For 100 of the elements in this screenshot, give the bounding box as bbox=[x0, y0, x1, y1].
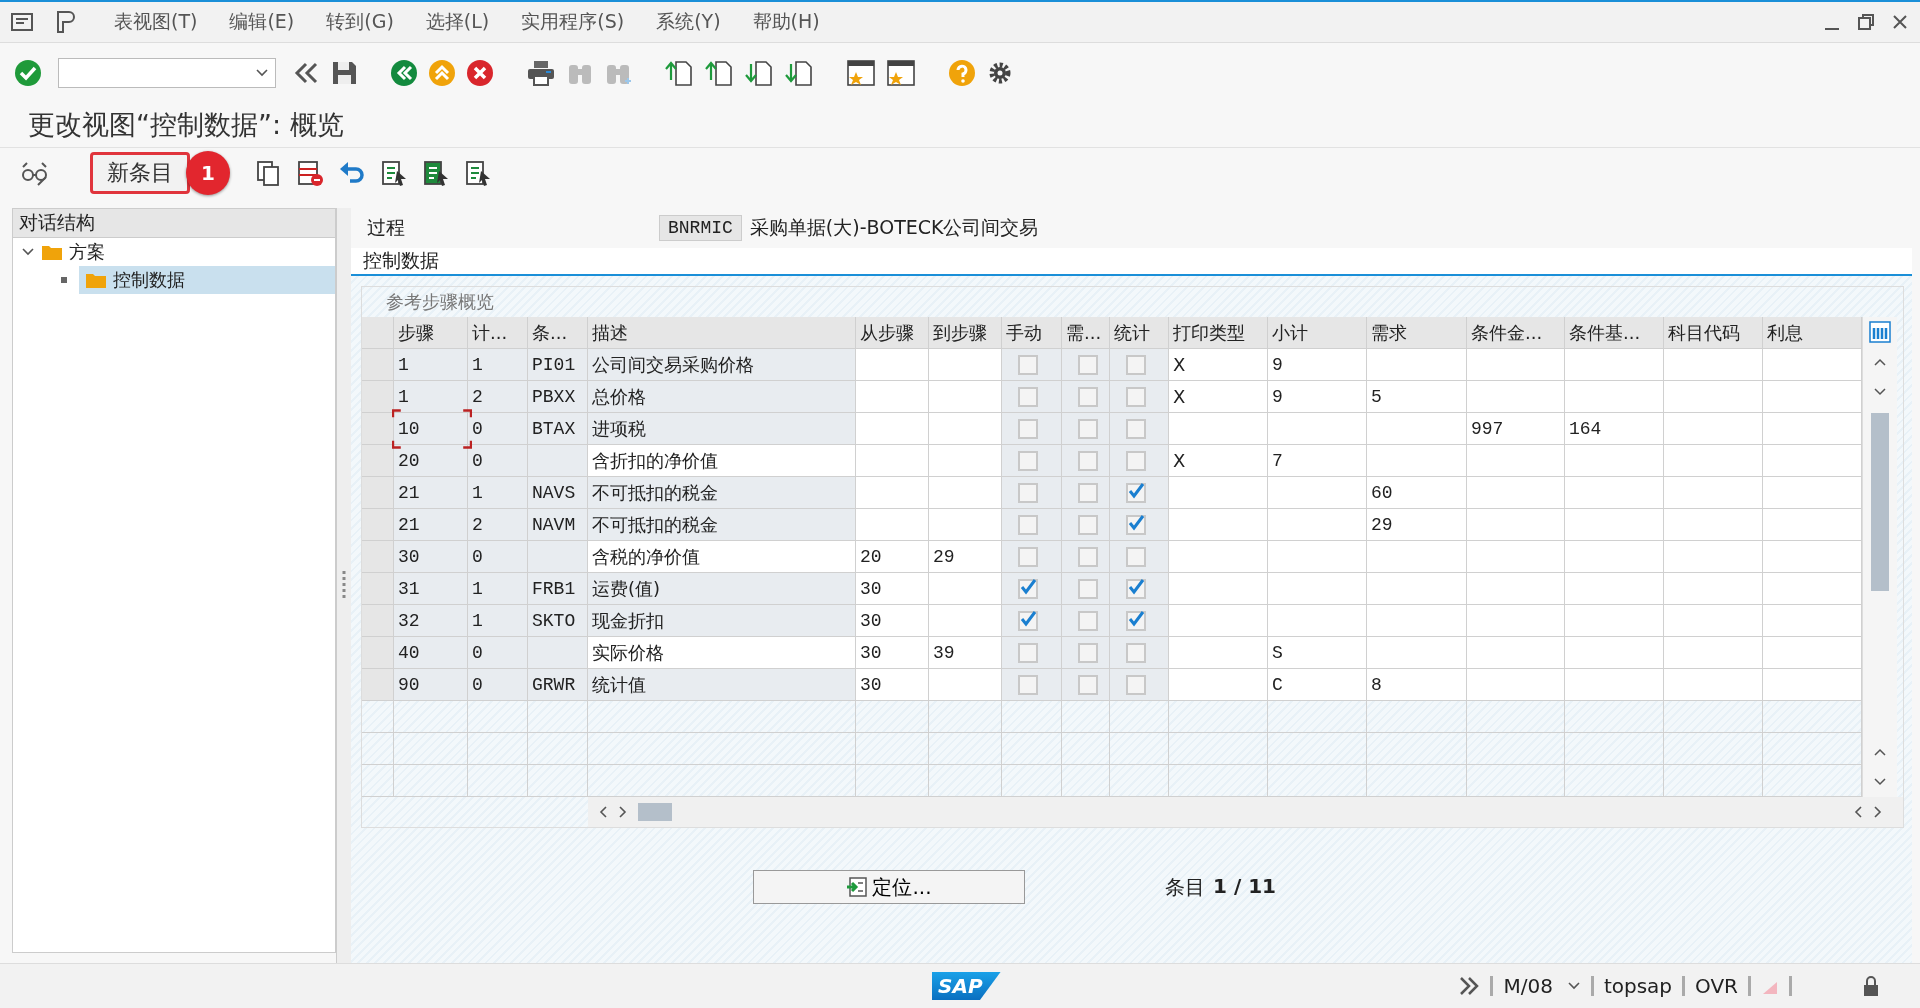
exit-icon[interactable] bbox=[428, 59, 456, 87]
column-header[interactable]: 统计 bbox=[1110, 317, 1169, 349]
checkbox[interactable] bbox=[1126, 674, 1146, 695]
row-selector[interactable] bbox=[362, 413, 394, 445]
save-icon[interactable] bbox=[330, 59, 358, 87]
column-header[interactable]: 条... bbox=[528, 317, 588, 349]
checkbox[interactable] bbox=[1126, 418, 1146, 439]
checkbox[interactable] bbox=[1078, 418, 1098, 439]
column-header[interactable]: 描述 bbox=[588, 317, 856, 349]
checkbox[interactable] bbox=[1018, 674, 1038, 695]
checkbox[interactable] bbox=[1018, 386, 1038, 407]
row-selector[interactable] bbox=[362, 349, 394, 381]
restore-icon[interactable] bbox=[1856, 12, 1876, 32]
menu-icon[interactable] bbox=[10, 11, 34, 33]
column-header[interactable]: 需求 bbox=[1367, 317, 1467, 349]
position-button[interactable]: 定位... bbox=[753, 870, 1025, 904]
checkbox[interactable] bbox=[1018, 450, 1038, 471]
checkbox[interactable] bbox=[1018, 578, 1038, 599]
new-entries-button[interactable]: 新条目 bbox=[90, 152, 190, 194]
row-selector[interactable] bbox=[362, 701, 394, 733]
menu-item[interactable]: 系统(Y) bbox=[640, 9, 737, 35]
menu-item[interactable]: 编辑(E) bbox=[213, 9, 311, 35]
scroll-left-icon[interactable] bbox=[598, 805, 608, 819]
row-selector[interactable] bbox=[362, 637, 394, 669]
row-selector[interactable] bbox=[362, 733, 394, 765]
row-selector[interactable] bbox=[362, 477, 394, 509]
copy-icon[interactable] bbox=[254, 159, 282, 187]
scroll-left-icon[interactable] bbox=[1853, 805, 1863, 819]
checkbox[interactable] bbox=[1126, 482, 1146, 503]
column-header[interactable]: 小计 bbox=[1268, 317, 1367, 349]
display-change-icon[interactable] bbox=[20, 159, 50, 187]
dropdown-caret-icon[interactable] bbox=[1566, 981, 1581, 991]
expand-status-icon[interactable] bbox=[1458, 976, 1481, 996]
column-header[interactable]: 科目代码 bbox=[1664, 317, 1763, 349]
scroll-up-icon[interactable] bbox=[1873, 747, 1887, 757]
row-selector[interactable] bbox=[362, 605, 394, 637]
checkbox[interactable] bbox=[1126, 546, 1146, 567]
checkbox[interactable] bbox=[1018, 482, 1038, 503]
row-selector[interactable] bbox=[362, 381, 394, 413]
checkbox[interactable] bbox=[1126, 514, 1146, 535]
scrollbar-thumb[interactable] bbox=[638, 803, 672, 821]
column-header[interactable]: 条件基... bbox=[1565, 317, 1664, 349]
previous-page-icon[interactable] bbox=[704, 58, 734, 88]
checkbox[interactable] bbox=[1126, 610, 1146, 631]
command-field[interactable] bbox=[58, 58, 276, 88]
row-selector[interactable] bbox=[362, 509, 394, 541]
cancel-icon[interactable] bbox=[466, 59, 494, 87]
back-icon[interactable] bbox=[390, 59, 418, 87]
row-selector[interactable] bbox=[362, 541, 394, 573]
column-header[interactable]: 从步骤 bbox=[856, 317, 929, 349]
scroll-up-icon[interactable] bbox=[1873, 357, 1887, 367]
first-page-icon[interactable] bbox=[664, 58, 694, 88]
row-selector[interactable] bbox=[362, 765, 394, 797]
row-selector[interactable] bbox=[362, 445, 394, 477]
scroll-down-icon[interactable] bbox=[1873, 777, 1887, 787]
column-header[interactable]: 到步骤 bbox=[929, 317, 1002, 349]
checkbox[interactable] bbox=[1078, 482, 1098, 503]
menu-item[interactable]: 实用程序(S) bbox=[505, 9, 641, 35]
confirm-icon[interactable] bbox=[14, 59, 42, 87]
checkbox[interactable] bbox=[1078, 578, 1098, 599]
deselect-all-icon[interactable] bbox=[464, 159, 492, 187]
checkbox[interactable] bbox=[1018, 514, 1038, 535]
splitter-handle-icon[interactable] bbox=[342, 570, 346, 601]
select-block-icon[interactable] bbox=[422, 159, 450, 187]
checkbox[interactable] bbox=[1018, 642, 1038, 663]
scroll-right-icon[interactable] bbox=[1873, 805, 1883, 819]
checkbox[interactable] bbox=[1018, 546, 1038, 567]
checkbox[interactable] bbox=[1078, 354, 1098, 375]
select-all-icon[interactable] bbox=[380, 159, 408, 187]
printer-icon[interactable] bbox=[526, 59, 556, 87]
column-header[interactable]: 手动 bbox=[1002, 317, 1062, 349]
checkbox[interactable] bbox=[1078, 514, 1098, 535]
checkbox[interactable] bbox=[1126, 386, 1146, 407]
checkbox[interactable] bbox=[1078, 674, 1098, 695]
checkbox[interactable] bbox=[1126, 450, 1146, 471]
menu-item[interactable]: 转到(G) bbox=[310, 9, 410, 35]
next-page-icon[interactable] bbox=[744, 58, 774, 88]
checkbox[interactable] bbox=[1078, 450, 1098, 471]
column-settings-icon[interactable] bbox=[1869, 321, 1891, 343]
menu-item[interactable]: 选择(L) bbox=[409, 9, 506, 35]
column-header[interactable]: 需... bbox=[1062, 317, 1110, 349]
tree-node[interactable]: 方案 bbox=[13, 238, 335, 266]
column-header[interactable]: 条件金... bbox=[1467, 317, 1565, 349]
row-selector[interactable] bbox=[362, 573, 394, 605]
checkbox[interactable] bbox=[1018, 610, 1038, 631]
checkbox[interactable] bbox=[1078, 610, 1098, 631]
checkbox[interactable] bbox=[1078, 642, 1098, 663]
scroll-right-icon[interactable] bbox=[618, 805, 628, 819]
column-header[interactable]: 计... bbox=[468, 317, 528, 349]
column-header[interactable]: 打印类型 bbox=[1169, 317, 1268, 349]
shortcut-icon[interactable] bbox=[886, 59, 916, 87]
checkbox[interactable] bbox=[1078, 386, 1098, 407]
checkbox[interactable] bbox=[1018, 354, 1038, 375]
menu-item[interactable]: 表视图(T) bbox=[98, 9, 214, 35]
delete-row-icon[interactable] bbox=[296, 159, 324, 187]
tab-strip[interactable]: 控制数据 bbox=[351, 248, 1912, 276]
checkbox[interactable] bbox=[1126, 578, 1146, 599]
column-header[interactable]: 步骤 bbox=[394, 317, 468, 349]
row-selector[interactable] bbox=[362, 669, 394, 701]
scrollbar-thumb[interactable] bbox=[1871, 413, 1889, 591]
